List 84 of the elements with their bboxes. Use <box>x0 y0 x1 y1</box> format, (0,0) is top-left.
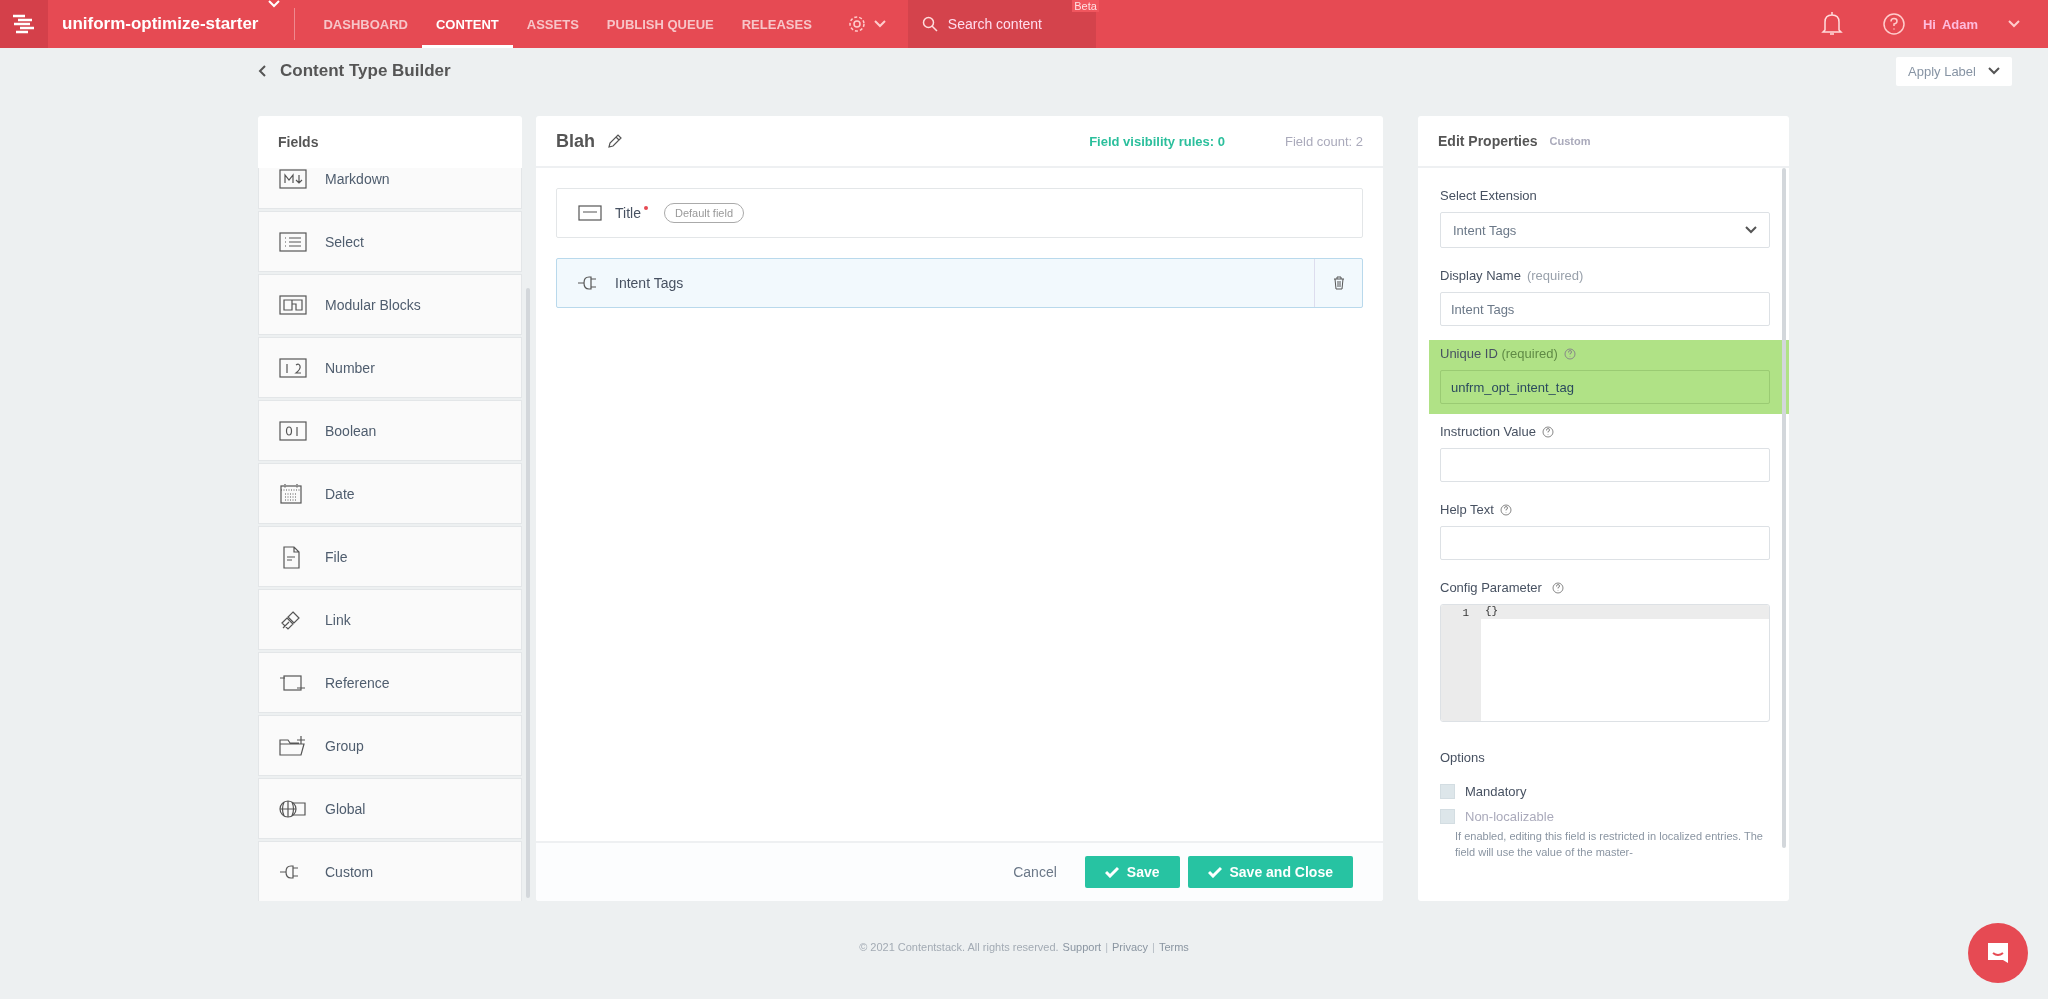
boolean-icon <box>279 418 307 443</box>
copyright-text: © 2021 Contentstack. All rights reserved. <box>859 941 1059 953</box>
beta-badge: Beta <box>1072 0 1099 12</box>
checkbox-label: Non-localizable <box>1465 809 1554 824</box>
unique-id-field[interactable]: unfrm_opt_intent_tag <box>1440 370 1770 404</box>
user-name[interactable]: Adam <box>1941 16 1978 32</box>
field-type-item[interactable]: Boolean <box>258 400 522 461</box>
footer-separator: | <box>1105 941 1108 953</box>
field-label: Help Text <box>1440 502 1494 517</box>
extension-select[interactable]: Intent Tags <box>1440 212 1770 248</box>
field-type-item[interactable]: Link <box>258 589 522 650</box>
chevron-down-icon <box>1987 67 2000 75</box>
field-label: Select Extension <box>1440 188 1538 203</box>
chevron-down-icon <box>873 20 886 28</box>
field-row[interactable]: Title Default field <box>556 188 1363 238</box>
select-icon <box>279 229 307 254</box>
help-icon <box>1499 503 1512 516</box>
field-type-item[interactable]: Group <box>258 715 522 776</box>
field-label: Instruction Value <box>1440 424 1536 439</box>
check-icon <box>1207 866 1222 878</box>
field-type-item[interactable]: Number <box>258 337 522 398</box>
nav-tab[interactable]: PUBLISH QUEUE <box>592 0 728 48</box>
chat-button[interactable] <box>1968 923 2028 983</box>
chevron-down-icon <box>268 0 281 8</box>
help-icon <box>1541 425 1554 438</box>
cancel-link[interactable]: Cancel <box>1013 864 1057 880</box>
nav-tab[interactable]: ASSETS <box>512 0 593 48</box>
footer-link[interactable]: Privacy <box>1112 941 1149 953</box>
field-type-item[interactable]: Modular Blocks <box>258 274 522 335</box>
help-icon <box>1563 347 1576 360</box>
nav-tab[interactable]: RELEASES <box>727 0 826 48</box>
page-title: Content Type Builder <box>280 61 451 81</box>
chat-icon <box>1985 940 2011 966</box>
scrollbar[interactable] <box>1782 168 1786 848</box>
field-type-item[interactable]: Custom <box>258 841 522 901</box>
field-label: Config Parameter <box>1440 580 1542 595</box>
section-label: Options <box>1440 750 1486 765</box>
number-icon <box>279 355 307 380</box>
blocks-icon <box>279 292 307 317</box>
field-type-label: Custom <box>1549 135 1591 147</box>
footer-separator: | <box>1152 941 1155 953</box>
field-type-item[interactable]: Global <box>258 778 522 839</box>
checkbox-label: Mandatory <box>1465 784 1527 799</box>
display-name-field[interactable]: Intent Tags <box>1440 292 1770 326</box>
field-label: Unique ID (required) <box>1440 346 1558 361</box>
code-editor[interactable]: 1 {} <box>1440 604 1770 722</box>
option-description: If enabled, editing this field is restricted in localized entries. The field will use the value of the master- <box>1455 829 1764 860</box>
logo-icon[interactable] <box>0 0 48 48</box>
bell-icon[interactable] <box>1820 11 1843 37</box>
content-type-title: Blah <box>556 130 595 152</box>
footer-link[interactable]: Terms <box>1158 941 1189 953</box>
help-icon <box>1551 581 1564 594</box>
check-icon <box>1104 866 1119 878</box>
field-label: Display Name (required) <box>1440 268 1585 283</box>
chevron-down-icon <box>1745 226 1757 234</box>
field-type-item[interactable]: Markdown <box>258 168 522 209</box>
field-type-item[interactable]: Select <box>258 211 522 272</box>
trash-icon[interactable] <box>1332 276 1345 290</box>
panel-title: Fields <box>278 134 319 150</box>
instruction-value-field[interactable] <box>1440 448 1770 482</box>
search-icon <box>921 16 938 32</box>
chevron-down-icon <box>2008 20 2020 28</box>
line-number: 1 <box>1441 605 1481 721</box>
nav-tab[interactable]: DASHBOARD <box>309 0 422 48</box>
field-type-item[interactable]: Date <box>258 463 522 524</box>
field-type-item[interactable]: Reference <box>258 652 522 713</box>
field-type-item[interactable]: File <box>258 526 522 587</box>
greeting: Hi <box>1922 16 1936 32</box>
help-text-field[interactable] <box>1440 526 1770 560</box>
nav-tab[interactable]: CONTENT <box>421 0 513 48</box>
back-icon[interactable] <box>258 65 266 77</box>
panel-title: Edit Properties <box>1438 133 1538 149</box>
apply-label-button[interactable]: Apply Label <box>1896 56 2012 86</box>
group-icon <box>279 733 307 758</box>
pencil-icon[interactable] <box>607 133 623 149</box>
footer-link[interactable]: Support <box>1062 941 1102 953</box>
search-field[interactable]: Search content Beta <box>907 0 1096 48</box>
stack-switcher[interactable]: uniform-optimize-starter <box>48 0 269 48</box>
settings-icon[interactable] <box>847 15 866 33</box>
checkbox[interactable] <box>1440 784 1455 799</box>
markdown-icon <box>279 168 307 191</box>
field-count: Field count: 2 <box>1284 133 1363 149</box>
help-icon[interactable] <box>1882 13 1905 35</box>
field-row[interactable]: Intent Tags <box>556 258 1363 308</box>
